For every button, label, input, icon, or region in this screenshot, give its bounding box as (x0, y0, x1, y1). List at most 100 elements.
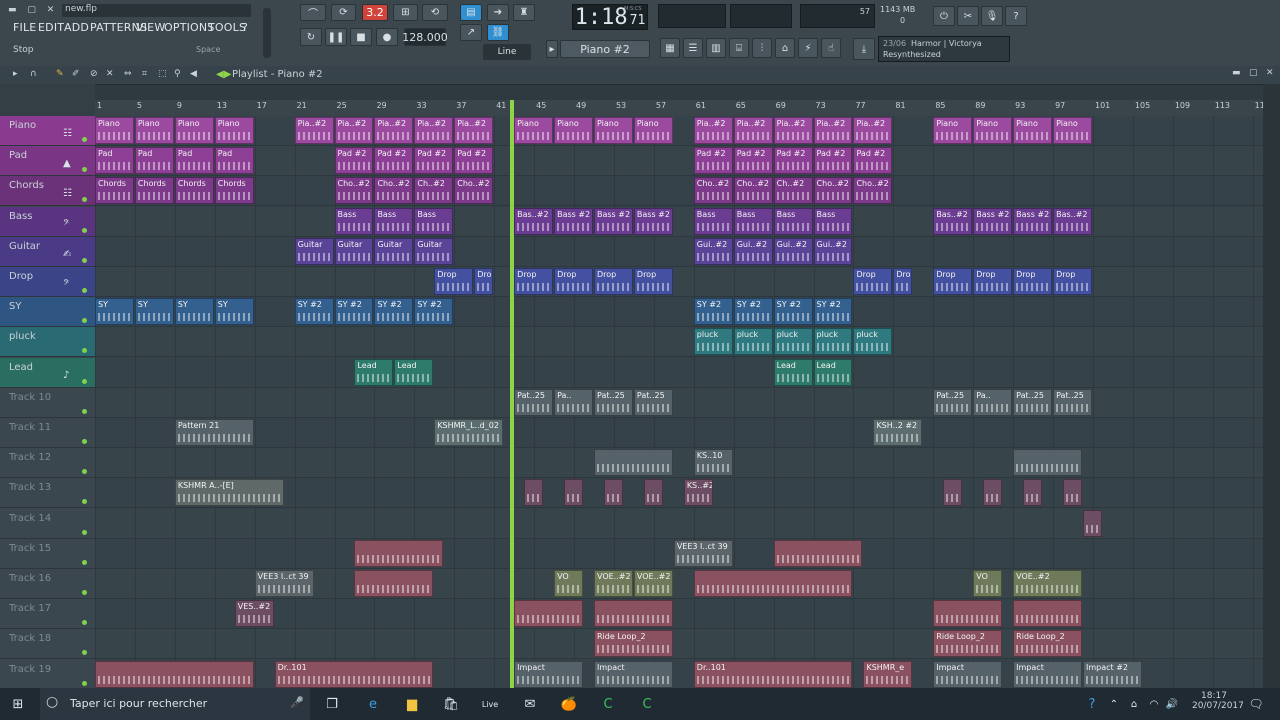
playlist-clip[interactable]: Gui..#2 (773, 237, 813, 265)
playlist-clip[interactable]: Pat..25 (633, 388, 673, 416)
playlist-clip[interactable]: Gui..#2 (693, 237, 733, 265)
track-header[interactable]: Track 12 (0, 448, 95, 479)
menu-file[interactable]: FILE (13, 21, 36, 35)
playlist-clip[interactable]: SY (134, 298, 174, 326)
wifi-icon[interactable]: ◠ (1144, 694, 1164, 714)
loop-record-icon[interactable]: ⟲ (422, 4, 448, 21)
playlist-clip[interactable]: SY #2 (374, 298, 414, 326)
track-header[interactable]: Drop 𝄢 (0, 267, 95, 297)
track-header[interactable]: Chords ☷ (0, 176, 95, 207)
track-header[interactable]: SY (0, 297, 95, 328)
pattern-prev-icon[interactable]: ▸ (546, 40, 558, 58)
playlist-clip[interactable]: Drop (893, 268, 913, 295)
playlist-clip[interactable]: Pad #2 (693, 147, 733, 175)
playlist-clip[interactable]: KSHMR_e (863, 660, 913, 688)
playlist-clip[interactable]: Gui..#2 (733, 237, 773, 265)
playlist-window-icon[interactable]: ▦ (660, 38, 680, 58)
playlist-clip[interactable]: Piano (1013, 117, 1053, 144)
playlist-clip[interactable] (943, 479, 963, 507)
playlist-clip[interactable]: Impact (514, 660, 584, 688)
playlist-clip[interactable]: Chords (134, 177, 174, 205)
playlist-clip[interactable]: VOE..#2 (1013, 570, 1083, 597)
playlist-clip[interactable] (643, 479, 663, 507)
windows-start-icon[interactable]: ⊞ (8, 694, 28, 714)
playlist-clip[interactable]: Bass (414, 207, 454, 235)
playlist-clip[interactable]: Pia..#2 (693, 117, 733, 144)
notifications-icon[interactable]: 🗨 (1246, 694, 1266, 714)
menu-edit[interactable]: EDIT (38, 21, 64, 35)
track-header[interactable]: Pad ▲ (0, 146, 95, 177)
track-header[interactable]: Track 16 (0, 569, 95, 599)
playlist-clip[interactable]: Ch..#2 (773, 177, 813, 205)
menu-help[interactable]: ? (242, 21, 248, 35)
playlist-clip[interactable]: Drop (853, 268, 893, 295)
playlist-view-icon[interactable]: ▤ (460, 4, 482, 21)
track-mute-led[interactable] (82, 167, 87, 173)
delete-tool-icon[interactable]: ⊘ (90, 69, 98, 79)
pattern-mode-button[interactable]: 3.2 (362, 4, 388, 21)
metronome-icon[interactable]: ⌒ (300, 4, 326, 21)
snap-selector[interactable]: Line (483, 44, 531, 60)
playlist-clip[interactable]: KSHMR A..-[E] (174, 479, 284, 507)
menu-options[interactable]: OPTIONS (164, 21, 215, 35)
step-edit-icon[interactable]: ⊞ (393, 4, 418, 21)
playlist-clip[interactable]: Drop (633, 268, 673, 295)
playlist-clip[interactable]: Pat..25 (933, 388, 973, 416)
playlist-clip[interactable]: SY #2 (733, 298, 773, 326)
live-app-icon[interactable]: Live (480, 694, 500, 714)
zoom-tool-icon[interactable]: ⚲ (174, 69, 181, 79)
track-mute-led[interactable] (82, 650, 87, 656)
slice-tool-icon[interactable]: ⌗ (142, 69, 147, 79)
playlist-minimize-icon[interactable]: ▬ (1232, 68, 1241, 78)
taskbar-search[interactable]: ○ Taper ici pour rechercher 🎤 (40, 688, 310, 720)
playlist-clip[interactable]: Cho..#2 (454, 177, 494, 205)
playlist-clip[interactable]: Piano (973, 117, 1013, 144)
track-mute-led[interactable] (82, 137, 87, 142)
playlist-clip[interactable] (354, 570, 434, 597)
playlist-clip[interactable]: Drop (514, 268, 554, 295)
menu-add[interactable]: ADD (64, 21, 89, 35)
playlist-clip[interactable] (983, 479, 1003, 507)
playlist-clip[interactable]: Lead (773, 358, 813, 386)
playlist-clip[interactable]: Pat..25 (594, 388, 633, 416)
playlist-clip[interactable]: Piano (214, 117, 254, 144)
playlist-clip[interactable]: Pad #2 (733, 147, 773, 175)
playlist-clip[interactable]: Pia..#2 (334, 117, 374, 144)
track-mute-led[interactable] (82, 257, 87, 263)
playlist-clip[interactable]: Impact #2 (1083, 660, 1142, 688)
playlist-clip[interactable]: Piano (933, 117, 973, 144)
track-header[interactable]: Track 14 (0, 508, 95, 539)
playlist-clip[interactable]: Pad #2 (853, 147, 893, 175)
track-mute-led[interactable] (82, 318, 87, 324)
playlist-clip[interactable]: Bass #2 (594, 207, 633, 235)
track-header[interactable]: Track 11 (0, 418, 95, 448)
playlist-clip[interactable]: KSH..2 #2 (873, 419, 923, 446)
playlist-clip[interactable]: Ride Loop_2 (594, 630, 673, 658)
pattern-selector[interactable]: Piano #2 (560, 40, 650, 58)
playlist-clip[interactable]: Guitar (414, 237, 454, 265)
wait-input-icon[interactable]: ⟳ (331, 4, 356, 21)
pause-button[interactable]: ❚❚ (325, 28, 347, 46)
track-lane[interactable] (95, 146, 1263, 177)
playlist-clip[interactable]: Chords (214, 177, 254, 205)
playlist-clip[interactable]: Piano (134, 117, 174, 144)
track-mute-led[interactable] (82, 529, 87, 535)
track-header[interactable]: Track 15 (0, 538, 95, 569)
download-icon[interactable]: ⤓ (853, 38, 875, 60)
playlist-clip[interactable]: Drop (594, 268, 633, 295)
playlist-clip[interactable]: Guitar (294, 237, 334, 265)
playlist-clip[interactable]: Cho..#2 (813, 177, 853, 205)
track-header[interactable]: Track 10 (0, 387, 95, 418)
playlist-clip[interactable]: Bass (334, 207, 374, 235)
playlist-clip[interactable]: Chords (174, 177, 214, 205)
playlist-clip[interactable]: Pad #2 (414, 147, 454, 175)
plug-icon[interactable]: ⚡ (798, 38, 818, 58)
browser-icon[interactable]: ⌸ (729, 38, 749, 58)
playlist-clip[interactable]: Dr..101 (693, 660, 853, 688)
menu-view[interactable]: VIEW (136, 21, 165, 35)
track-header[interactable]: Lead ♪ (0, 357, 95, 388)
playlist-clip[interactable]: Guitar (334, 237, 374, 265)
playlist-clip[interactable]: Chords (95, 177, 134, 205)
playlist-clip[interactable]: Pad #2 (813, 147, 853, 175)
playlist-clip[interactable]: pluck (693, 328, 733, 356)
